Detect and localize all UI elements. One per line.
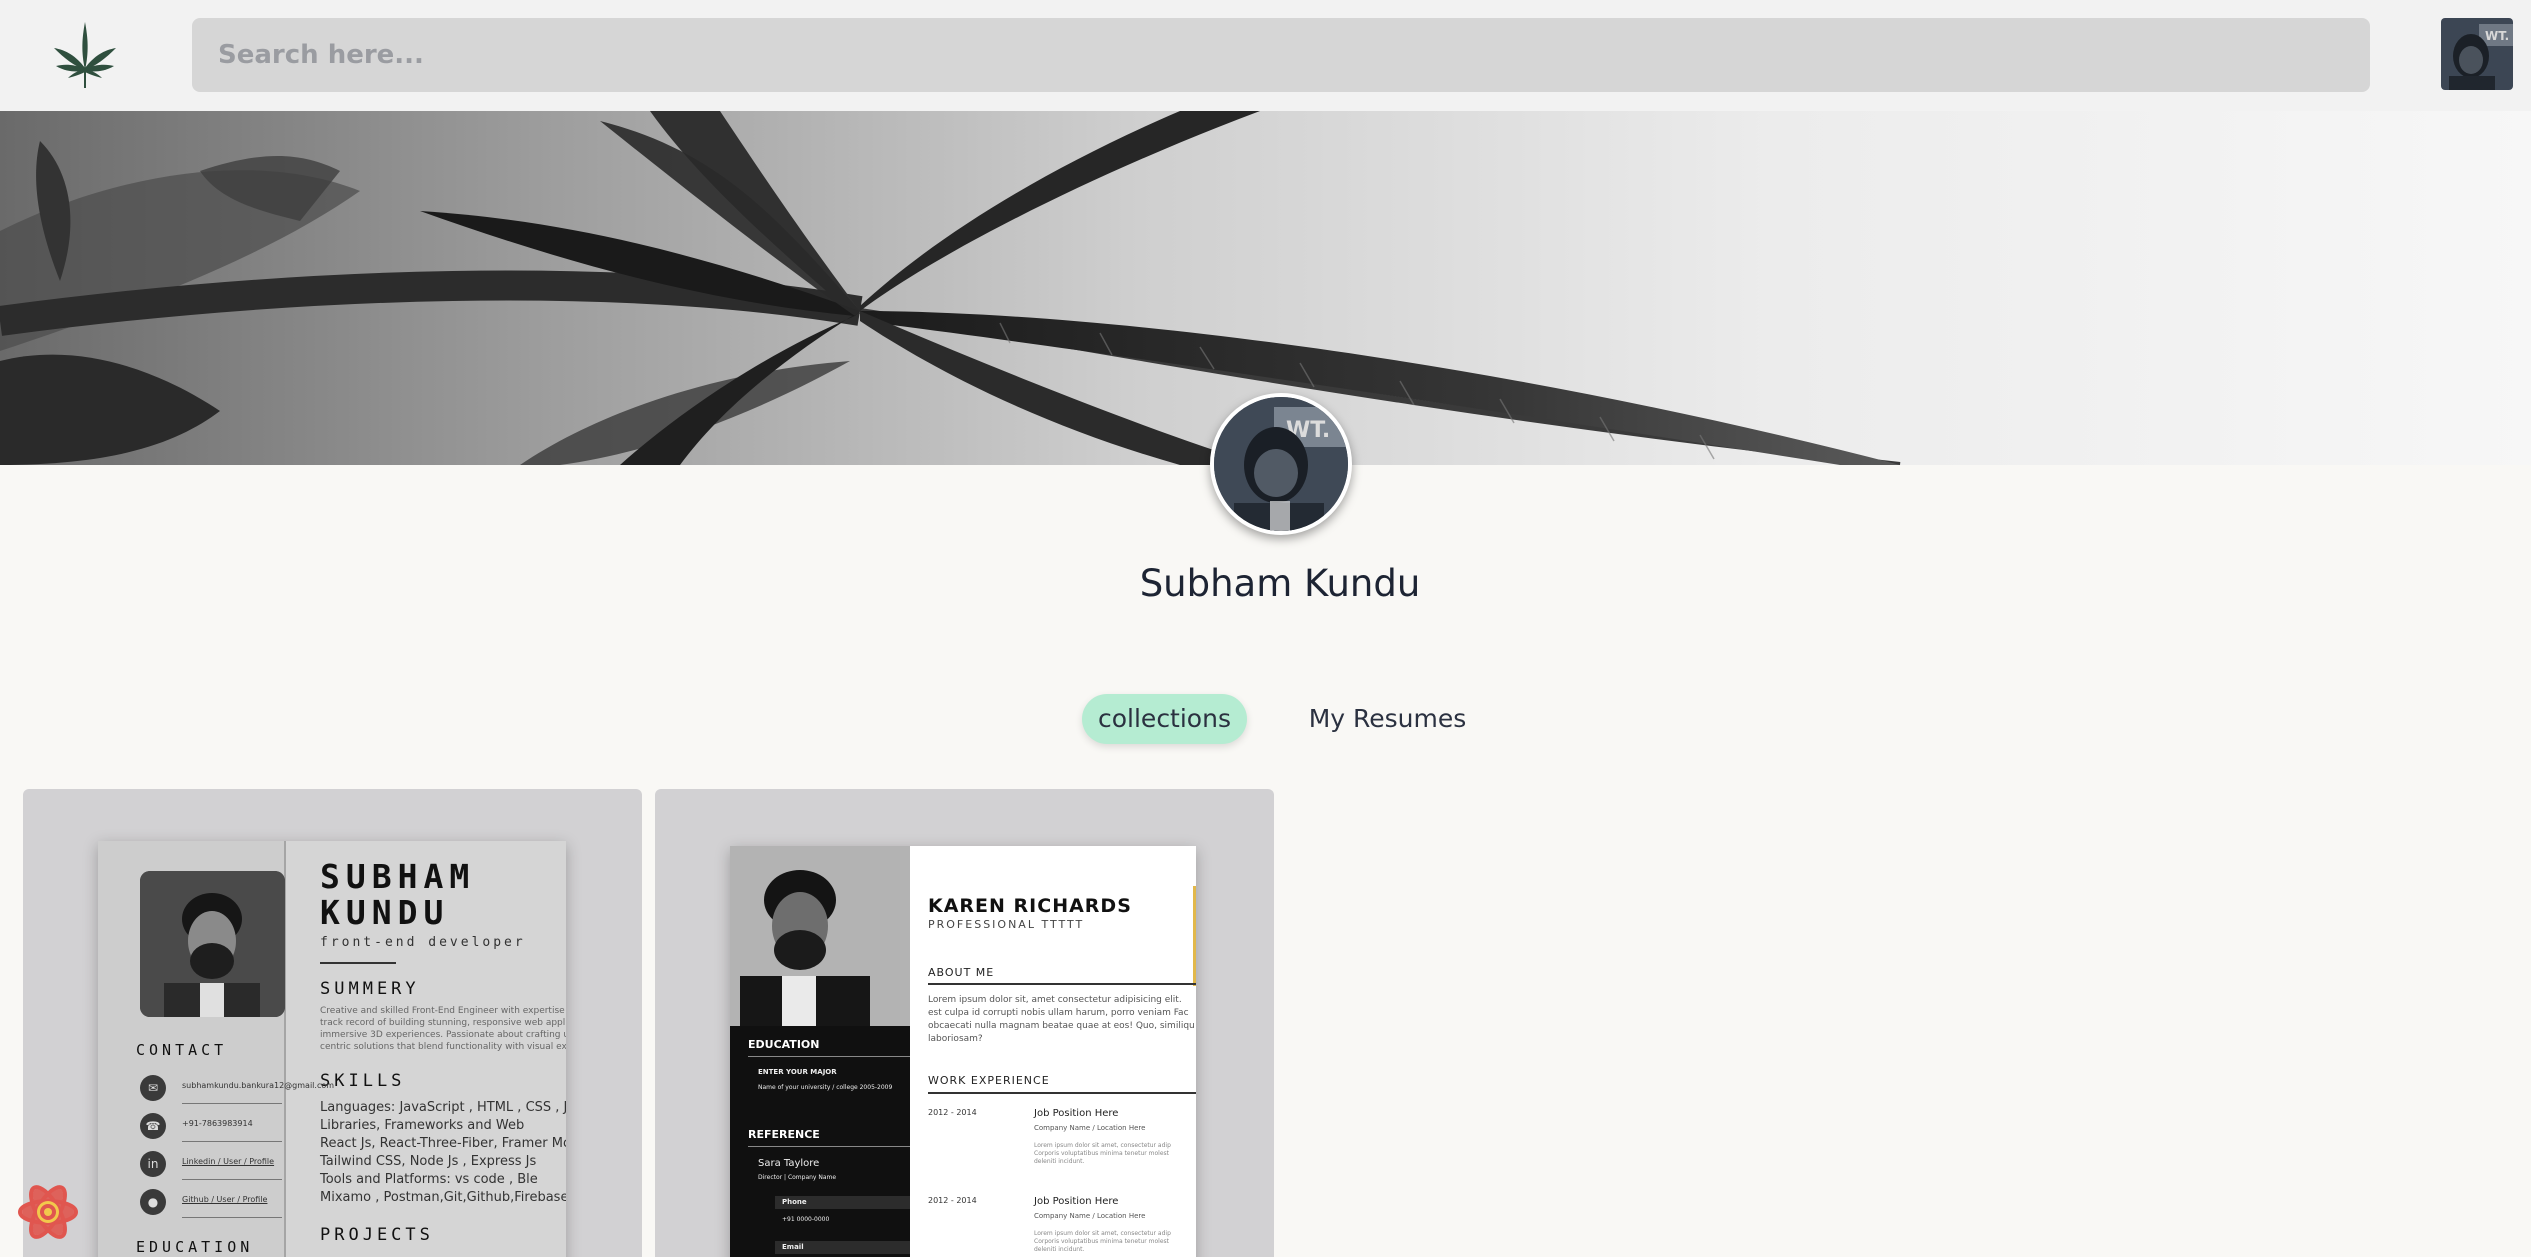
resume-card[interactable]: SUBHAM KUNDU front-end developer SUMMERY… bbox=[23, 789, 642, 1257]
about-line: Lorem ipsum dolor sit, amet consectetur … bbox=[928, 995, 1182, 1005]
job-date: 2012 - 2014 bbox=[928, 1196, 977, 1205]
job-date: 2012 - 2014 bbox=[928, 1108, 977, 1117]
work-heading: WORK EXPERIENCE bbox=[928, 1074, 1050, 1087]
resume-name: SUBHAM KUNDU bbox=[320, 857, 476, 932]
resume-card[interactable]: EDUCATION ENTER YOUR MAJOR Name of your … bbox=[655, 789, 1274, 1257]
about-heading: ABOUT ME bbox=[928, 966, 995, 979]
tab-collections[interactable]: collections bbox=[1082, 694, 1247, 744]
summary-line: immersive 3D experiences. Passionate abo… bbox=[320, 1030, 566, 1040]
education-heading: EDUCATION bbox=[136, 1238, 254, 1256]
resume-name: KAREN RICHARDS bbox=[928, 895, 1132, 917]
job-desc: deleniti incidunt. bbox=[1034, 1246, 1085, 1253]
resume-photo bbox=[140, 871, 285, 1017]
skills-line: Mixamo , Postman,Git,Github,Firebase,Ver bbox=[320, 1190, 566, 1205]
skills-line: Languages: JavaScript , HTML , CSS , J bbox=[320, 1100, 566, 1115]
reference-name: Sara Taylore bbox=[758, 1158, 820, 1169]
cannabis-leaf-icon[interactable] bbox=[52, 20, 118, 90]
job-desc: Lorem ipsum dolor sit amet, consectetur … bbox=[1034, 1230, 1171, 1237]
react-atom-icon[interactable] bbox=[16, 1180, 80, 1244]
svg-text:WT.: WT. bbox=[2485, 29, 2509, 43]
job-desc: Corporis voluptatibus minima tenetur mol… bbox=[1034, 1238, 1169, 1245]
contact-phone: ☎ +91-7863983914 bbox=[140, 1113, 282, 1142]
job-desc: deleniti incidunt. bbox=[1034, 1158, 1085, 1165]
job-desc: Lorem ipsum dolor sit amet, consectetur … bbox=[1034, 1142, 1171, 1149]
resume-subtitle: PROFESSIONAL TTTTT bbox=[928, 918, 1085, 931]
about-line: laboriosam? bbox=[928, 1034, 983, 1044]
job-position: Job Position Here bbox=[1034, 1108, 1119, 1119]
top-navbar: WT. bbox=[0, 0, 2531, 111]
contact-heading: CONTACT bbox=[136, 1041, 228, 1059]
about-line: obcaecati nulla magnam beatae quae at eo… bbox=[928, 1021, 1195, 1031]
job-desc: Corporis voluptatibus minima tenetur mol… bbox=[1034, 1150, 1169, 1157]
accent-bar bbox=[1193, 886, 1196, 986]
skills-line: Libraries, Frameworks and Web bbox=[320, 1118, 525, 1133]
reference-heading: REFERENCE bbox=[748, 1128, 820, 1141]
university: Name of your university / college 2005-2… bbox=[758, 1084, 893, 1091]
user-avatar[interactable]: WT. bbox=[2441, 18, 2513, 90]
reference-role: Director | Company Name bbox=[758, 1174, 837, 1181]
phone-icon: ☎ bbox=[140, 1113, 166, 1139]
summary-line: Creative and skilled Front-End Engineer … bbox=[320, 1006, 565, 1016]
tab-my-resumes[interactable]: My Resumes bbox=[1305, 694, 1470, 744]
resume-preview: SUBHAM KUNDU front-end developer SUMMERY… bbox=[98, 841, 566, 1257]
projects-heading: PROJECTS bbox=[320, 1225, 434, 1245]
divider bbox=[320, 962, 396, 964]
skills-line: Tools and Platforms: vs code , Ble bbox=[320, 1172, 538, 1187]
about-line: est culpa id corrupti nobis ullam harum,… bbox=[928, 1008, 1189, 1018]
linkedin-icon: in bbox=[140, 1151, 166, 1177]
email-label: Email bbox=[782, 1243, 804, 1251]
search-input[interactable] bbox=[192, 18, 2370, 92]
phone-label: Phone bbox=[782, 1198, 807, 1206]
job-company: Company Name / Location Here bbox=[1034, 1212, 1146, 1220]
profile-avatar: WT. bbox=[1210, 393, 1352, 535]
profile-name: Subham Kundu bbox=[1139, 562, 1421, 605]
major: ENTER YOUR MAJOR bbox=[758, 1068, 837, 1076]
summary-line: centric solutions that blend functionali… bbox=[320, 1042, 566, 1052]
job-position: Job Position Here bbox=[1034, 1196, 1119, 1207]
summary-line: track record of building stunning, respo… bbox=[320, 1018, 566, 1028]
resume-photo bbox=[730, 846, 910, 1026]
skills-line: Tailwind CSS, Node Js , Express Js bbox=[320, 1154, 537, 1169]
skills-line: React Js, React-Three-Fiber, Framer Moti… bbox=[320, 1136, 566, 1151]
education-heading: EDUCATION bbox=[748, 1038, 820, 1051]
resume-role: front-end developer bbox=[320, 935, 526, 950]
resume-preview: EDUCATION ENTER YOUR MAJOR Name of your … bbox=[730, 846, 1196, 1257]
contact-github: ● Github / User / Profile bbox=[140, 1189, 282, 1218]
contact-email: ✉ subhamkundu.bankura12@gmail.com bbox=[140, 1075, 334, 1104]
contact-linkedin: in Linkedin / User / Profile bbox=[140, 1151, 282, 1180]
phone-value: +91 0000-0000 bbox=[782, 1216, 830, 1223]
mail-icon: ✉ bbox=[140, 1075, 166, 1101]
github-icon: ● bbox=[140, 1189, 166, 1215]
summary-heading: SUMMERY bbox=[320, 979, 420, 999]
job-company: Company Name / Location Here bbox=[1034, 1124, 1146, 1132]
